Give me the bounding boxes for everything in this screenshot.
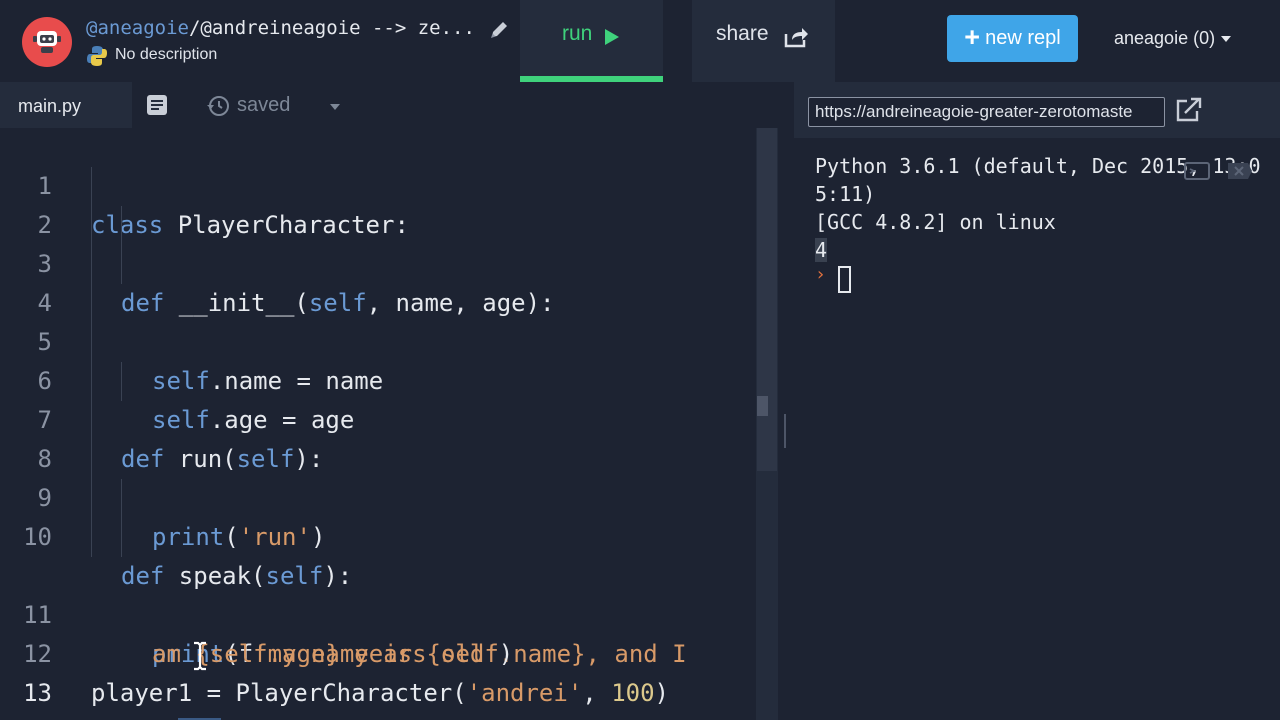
plus-icon: + [964,22,981,52]
code-text: print(len((1,2,3,1))) [91,713,395,720]
history-icon[interactable] [206,94,230,118]
clear-console-icon [1228,163,1252,179]
console-line: [GCC 4.8.2] on linux [815,210,1056,234]
indent-guide [91,362,92,401]
code-line-active: 13 print(len((1,2,3,1))) [0,635,756,720]
code-line: 4 self.age = age [0,245,756,434]
code-line: 11 [0,557,756,629]
indent-guide [121,479,122,518]
indent-guide [121,245,122,284]
top-bar: @aneagoie/@andreineagoie --> ze... No de… [0,0,1280,82]
share-icon [784,28,808,48]
url-bar: https://andreineagoie-greater-zerotomast… [794,82,1280,138]
run-button[interactable]: run [520,0,663,82]
line-number: 14 [0,713,52,720]
code-editor-pane: main.py saved 1 class PlayerCharacter: 2… [0,82,778,720]
console-line: 5:11) [815,182,876,206]
play-icon [605,29,619,45]
user-name: aneagoie (0) [1114,28,1216,48]
repl-avatar[interactable] [22,17,72,67]
code-line: 9 def speak(self): [0,440,756,590]
new-repl-button[interactable]: + new repl [947,15,1078,62]
code-area[interactable]: 1 class PlayerCharacter: 2 def __init__(… [0,128,756,720]
scrollbar-thumb[interactable] [757,128,777,471]
code-line: 5 [0,284,756,356]
indent-guide [121,362,122,401]
editor-scrollbar[interactable] [756,128,778,720]
new-repl-label: new repl [985,27,1061,49]
indent-guide [91,518,92,557]
scrollbar-grip[interactable] [757,396,768,416]
indent-guide [91,245,92,284]
code-line: 14 [0,674,756,720]
indent-guide [121,518,122,557]
open-in-new-tab-icon[interactable] [1175,97,1203,123]
user-menu[interactable]: aneagoie (0) [1114,28,1232,49]
text-cursor-icon [194,641,206,671]
indent-guide [91,206,92,245]
indent-guide [91,401,92,440]
code-line: 8 [0,401,756,473]
code-line: 2 def __init__(self, name, age): [0,167,756,317]
code-line: 10 print(f'my name is {self.name}, and I [0,479,756,668]
repl-title[interactable]: @aneagoie/@andreineagoie --> ze... [86,17,475,39]
chevron-down-icon[interactable] [330,104,340,110]
repl-url-field[interactable]: https://andreineagoie-greater-zerotomast… [808,97,1165,127]
output-value: 4 [815,238,828,262]
file-bar: main.py saved [0,82,778,128]
code-line-wrapped: am {self.age} years old') [0,518,756,668]
pencil-icon[interactable] [488,19,510,41]
run-label: run [562,22,593,45]
robot-icon [33,31,61,53]
code-line: 7 print('run') [0,362,756,551]
code-line: 12 player1 = PlayerCharacter('andrei', 1… [0,596,756,707]
indent-guide [91,440,92,479]
file-name: main.py [18,96,82,116]
resize-grip[interactable] [784,414,786,448]
file-tab-main[interactable]: main.py [0,82,132,128]
indent-guide [91,167,92,206]
console-pane: https://andreineagoie-greater-zerotomast… [794,82,1280,720]
pane-resize-handle[interactable] [778,82,794,720]
code-line: 3 self.name = name [0,206,756,395]
save-status: saved [237,94,291,116]
indent-guide [91,323,92,362]
share-button[interactable]: share [692,0,835,82]
document-icon[interactable] [146,94,168,116]
repl-description[interactable]: No description [115,46,217,64]
share-label: share [716,22,769,45]
terminal-icon [1184,162,1210,180]
chevron-down-icon [1221,36,1232,43]
repl-owner[interactable]: @aneagoie [86,17,189,39]
indent-guide [91,284,92,323]
console-input-cursor[interactable] [838,266,851,293]
python-icon [87,46,107,66]
console-tools [1184,162,1252,180]
repl-name: /@andreineagoie --> ze... [188,17,475,39]
console-line: 4 [815,236,1275,264]
console-prompt: › [815,264,826,285]
indent-guide [121,206,122,245]
indent-guide [91,479,92,518]
code-line: 6 def run(self): [0,323,756,473]
code-line: 1 class PlayerCharacter: [0,128,756,239]
